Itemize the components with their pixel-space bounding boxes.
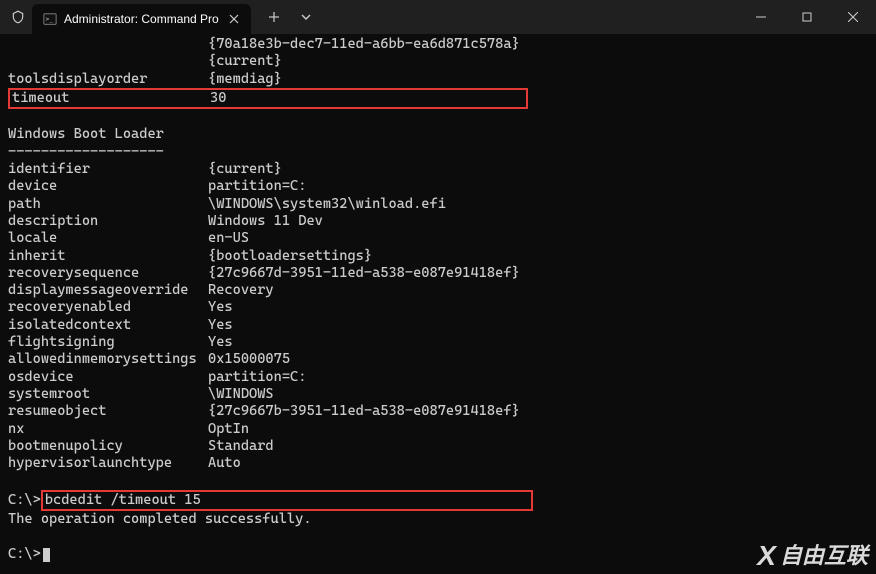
property-row: inherit{bootloadersettings} bbox=[8, 248, 868, 265]
titlebar[interactable]: >_ Administrator: Command Pro bbox=[0, 0, 876, 34]
property-value: partition=C: bbox=[208, 178, 306, 194]
property-row: recoveryenabledYes bbox=[8, 299, 868, 316]
property-row: descriptionWindows 11 Dev bbox=[8, 213, 868, 230]
property-row: osdevicepartition=C: bbox=[8, 369, 868, 386]
property-value: {bootloadersettings} bbox=[208, 248, 372, 264]
property-value: Auto bbox=[208, 455, 241, 471]
property-row: recoverysequence{27c9667d-3951-11ed-a538… bbox=[8, 265, 868, 282]
cmd-icon: >_ bbox=[42, 11, 58, 27]
property-value: {current} bbox=[208, 161, 282, 177]
minimize-button[interactable] bbox=[738, 0, 784, 34]
property-key: hypervisorlaunchtype bbox=[8, 455, 208, 472]
property-key: device bbox=[8, 178, 208, 195]
property-key: identifier bbox=[8, 161, 208, 178]
highlighted-timeout-row: timeout30 bbox=[8, 88, 868, 109]
property-row: hypervisorlaunchtypeAuto bbox=[8, 455, 868, 472]
property-value: Standard bbox=[208, 438, 274, 454]
property-row: nxOptIn bbox=[8, 421, 868, 438]
tab-actions bbox=[259, 0, 321, 34]
blank-line bbox=[8, 109, 868, 126]
property-key: inherit bbox=[8, 248, 208, 265]
property-key: description bbox=[8, 213, 208, 230]
shield-icon bbox=[10, 9, 26, 25]
command-line: C:\>bcdedit /timeout 15 bbox=[8, 490, 868, 511]
property-value: Yes bbox=[208, 299, 233, 315]
property-key: resumeobject bbox=[8, 403, 208, 420]
property-key: path bbox=[8, 196, 208, 213]
property-list: identifier{current}devicepartition=C:pat… bbox=[8, 161, 868, 472]
property-key: displaymessageoverride bbox=[8, 282, 208, 299]
property-value: OptIn bbox=[208, 421, 249, 437]
output-line: toolsdisplayorder{memdiag} bbox=[8, 71, 868, 88]
output-line: {70a18e3b-dec7-11ed-a6bb-ea6d871c578a} bbox=[8, 36, 868, 53]
svg-text:>_: >_ bbox=[46, 16, 54, 23]
property-row: systemroot\WINDOWS bbox=[8, 386, 868, 403]
property-row: localeen-US bbox=[8, 230, 868, 247]
property-value: {27c9667b-3951-11ed-a538-e087e91418ef} bbox=[208, 403, 520, 419]
watermark: X 自由互联 bbox=[757, 547, 868, 564]
result-line: The operation completed successfully. bbox=[8, 511, 868, 528]
property-row: flightsigningYes bbox=[8, 334, 868, 351]
section-title: Windows Boot Loader bbox=[8, 126, 868, 143]
tab-close-button[interactable] bbox=[225, 10, 243, 28]
blank-line bbox=[8, 472, 868, 489]
property-value: Yes bbox=[208, 317, 233, 333]
property-row: allowedinmemorysettings0x15000075 bbox=[8, 351, 868, 368]
maximize-button[interactable] bbox=[784, 0, 830, 34]
property-key: isolatedcontext bbox=[8, 317, 208, 334]
property-row: bootmenupolicyStandard bbox=[8, 438, 868, 455]
property-key: locale bbox=[8, 230, 208, 247]
output-line: {current} bbox=[8, 53, 868, 70]
property-value: en-US bbox=[208, 230, 249, 246]
terminal-output[interactable]: {70a18e3b-dec7-11ed-a6bb-ea6d871c578a} {… bbox=[0, 34, 876, 574]
property-key: allowedinmemorysettings bbox=[8, 351, 208, 368]
watermark-text: 自由互联 bbox=[780, 547, 868, 564]
property-value: 0x15000075 bbox=[208, 351, 290, 367]
property-key: systemroot bbox=[8, 386, 208, 403]
property-key: recoveryenabled bbox=[8, 299, 208, 316]
property-row: displaymessageoverrideRecovery bbox=[8, 282, 868, 299]
section-divider: ------------------- bbox=[8, 144, 868, 161]
property-row: devicepartition=C: bbox=[8, 178, 868, 195]
property-value: \WINDOWS\system32\winload.efi bbox=[208, 196, 446, 212]
window-controls bbox=[738, 0, 876, 34]
property-value: Recovery bbox=[208, 282, 274, 298]
active-tab[interactable]: >_ Administrator: Command Pro bbox=[32, 4, 251, 34]
property-value: partition=C: bbox=[208, 369, 306, 385]
property-key: flightsigning bbox=[8, 334, 208, 351]
property-row: isolatedcontextYes bbox=[8, 317, 868, 334]
property-key: bootmenupolicy bbox=[8, 438, 208, 455]
terminal-window: >_ Administrator: Command Pro bbox=[0, 0, 876, 574]
property-key: nx bbox=[8, 421, 208, 438]
prompt-line: C:\> bbox=[8, 546, 868, 563]
property-value: \WINDOWS bbox=[208, 386, 274, 402]
property-key: recoverysequence bbox=[8, 265, 208, 282]
text-cursor bbox=[43, 548, 50, 562]
tab-dropdown-button[interactable] bbox=[291, 2, 321, 32]
titlebar-drag-area[interactable] bbox=[321, 0, 738, 34]
close-button[interactable] bbox=[830, 0, 876, 34]
property-key: osdevice bbox=[8, 369, 208, 386]
property-value: Yes bbox=[208, 334, 233, 350]
blank-line bbox=[8, 528, 868, 545]
watermark-logo-icon: X bbox=[757, 547, 776, 564]
titlebar-left bbox=[0, 0, 26, 34]
property-value: Windows 11 Dev bbox=[208, 213, 323, 229]
property-row: identifier{current} bbox=[8, 161, 868, 178]
property-row: resumeobject{27c9667b-3951-11ed-a538-e08… bbox=[8, 403, 868, 420]
property-row: path\WINDOWS\system32\winload.efi bbox=[8, 196, 868, 213]
new-tab-button[interactable] bbox=[259, 2, 289, 32]
property-value: {27c9667d-3951-11ed-a538-e087e91418ef} bbox=[208, 265, 520, 281]
tab-title: Administrator: Command Pro bbox=[64, 12, 219, 26]
